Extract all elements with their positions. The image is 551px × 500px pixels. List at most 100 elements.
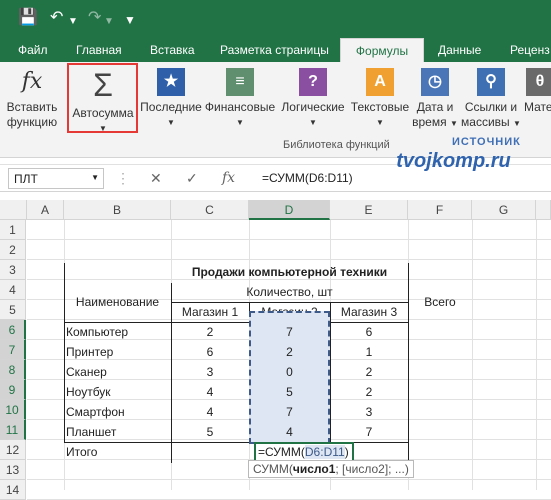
item-name[interactable]: Сканер: [66, 362, 171, 382]
row-header-1[interactable]: 1: [0, 220, 26, 240]
item-name[interactable]: Ноутбук: [66, 382, 171, 402]
chevron-down-icon[interactable]: ▼: [91, 173, 99, 182]
function-tooltip: СУММ(число1; [число2]; ...): [248, 460, 414, 478]
item-name[interactable]: Принтер: [66, 342, 171, 362]
select-all-corner[interactable]: [0, 200, 27, 220]
formula-prefix: =СУММ(: [258, 445, 305, 459]
row-header-14[interactable]: 14: [0, 480, 26, 500]
store-3-value[interactable]: 3: [330, 402, 408, 422]
store-2-value[interactable]: 2: [249, 342, 330, 362]
store-3-value[interactable]: 2: [330, 362, 408, 382]
recent-label: Последние: [140, 100, 202, 114]
row-header-11[interactable]: 11: [0, 420, 26, 440]
store-1-value[interactable]: 6: [171, 342, 249, 362]
row-header-7[interactable]: 7: [0, 340, 26, 360]
math-button[interactable]: θ Мате: [524, 66, 551, 115]
column-header-g[interactable]: G: [472, 200, 536, 220]
column-header-f[interactable]: F: [408, 200, 472, 220]
text-button[interactable]: A Текстовые ▼: [348, 66, 412, 130]
datetime-label-2: время: [412, 115, 447, 129]
lookup-label: Ссылки и: [464, 100, 518, 114]
tab-formulas[interactable]: Формулы: [340, 38, 424, 62]
item-name[interactable]: Смартфон: [66, 402, 171, 422]
row-header-6[interactable]: 6: [0, 320, 26, 340]
column-header-h[interactable]: [536, 200, 551, 220]
store-2-value[interactable]: 0: [249, 362, 330, 382]
store-1-value[interactable]: 4: [171, 402, 249, 422]
item-name[interactable]: Компьютер: [66, 322, 171, 342]
save-icon[interactable]: 💾: [18, 8, 38, 28]
lookup-button[interactable]: ⚲ Ссылки и массивы ▼: [458, 66, 524, 131]
header-name[interactable]: Наименование: [64, 292, 171, 312]
redo-icon[interactable]: ↷: [88, 8, 101, 28]
tab-page-layout[interactable]: Разметка страницы: [220, 38, 329, 62]
insert-function-button[interactable]: fx Вставить функцию: [4, 66, 60, 130]
header-store-1[interactable]: Магазин 1: [171, 302, 249, 322]
total-label[interactable]: Итого: [66, 442, 171, 462]
formula-input[interactable]: =СУММ(D6:D11): [262, 171, 353, 185]
store-3-value[interactable]: 6: [330, 322, 408, 342]
store-2-value[interactable]: 4: [249, 422, 330, 442]
row-header-12[interactable]: 12: [0, 440, 26, 460]
undo-icon[interactable]: ↶: [50, 8, 63, 28]
active-cell-formula[interactable]: =СУММ(D6:D11): [254, 442, 354, 462]
column-header-b[interactable]: B: [64, 200, 171, 220]
chevron-down-icon: ▼: [167, 118, 175, 127]
store-1-value[interactable]: 5: [171, 422, 249, 442]
store-3-value[interactable]: 1: [330, 342, 408, 362]
recent-button[interactable]: ★ Последние ▼: [140, 66, 202, 130]
logical-button[interactable]: ? Логические ▼: [279, 66, 347, 130]
tab-data[interactable]: Данные: [438, 38, 481, 62]
column-header-e[interactable]: E: [330, 200, 408, 220]
enter-icon[interactable]: ✓: [186, 170, 198, 187]
insert-function-icon[interactable]: fx: [222, 170, 235, 186]
column-header-c[interactable]: C: [171, 200, 249, 220]
tooltip-arg-current: число1: [292, 462, 336, 476]
question-book-icon: ?: [299, 68, 327, 96]
watermark-site: tvojkomp.ru: [396, 150, 511, 172]
header-quantity[interactable]: Количество, шт: [171, 282, 408, 302]
row-header-3[interactable]: 3: [0, 260, 26, 280]
magnifier-book-icon: ⚲: [477, 68, 505, 96]
store-2-value[interactable]: 7: [249, 402, 330, 422]
column-header-d[interactable]: D: [249, 200, 330, 220]
tab-file[interactable]: Файл: [18, 38, 48, 62]
tab-review[interactable]: Реценз: [510, 38, 550, 62]
store-1-value[interactable]: 2: [171, 322, 249, 342]
chevron-down-icon: ▼: [236, 118, 244, 127]
header-store-3[interactable]: Магазин 3: [330, 302, 408, 322]
formula-suffix: ): [344, 445, 349, 459]
grid-column-line: [472, 220, 473, 490]
cancel-icon[interactable]: ✕: [150, 170, 162, 187]
header-total[interactable]: Всего: [408, 292, 472, 312]
row-header-10[interactable]: 10: [0, 400, 26, 420]
datetime-button[interactable]: ◷ Дата и время ▼: [412, 66, 458, 131]
chevron-down-icon[interactable]: ▼: [68, 12, 78, 32]
table-title[interactable]: Продажи компьютерной техники: [171, 262, 408, 282]
financial-label: Финансовые: [204, 100, 276, 114]
store-2-value[interactable]: 5: [249, 382, 330, 402]
store-3-value[interactable]: 2: [330, 382, 408, 402]
tab-insert[interactable]: Вставка: [150, 38, 195, 62]
store-1-value[interactable]: 3: [171, 362, 249, 382]
row-header-4[interactable]: 4: [0, 280, 26, 300]
item-name[interactable]: Планшет: [66, 422, 171, 442]
row-header-13[interactable]: 13: [0, 460, 26, 480]
more-vert-icon: ⋮: [116, 170, 130, 186]
clock-book-icon: ◷: [421, 68, 449, 96]
row-header-5[interactable]: 5: [0, 300, 26, 320]
column-header-a[interactable]: A: [27, 200, 64, 220]
store-2-value[interactable]: 7: [249, 322, 330, 342]
store-1-value[interactable]: 4: [171, 382, 249, 402]
financial-button[interactable]: ≡ Финансовые ▼: [204, 66, 276, 130]
row-header-2[interactable]: 2: [0, 240, 26, 260]
store-3-value[interactable]: 7: [330, 422, 408, 442]
row-header-8[interactable]: 8: [0, 360, 26, 380]
customize-qat-icon[interactable]: ▼: [124, 10, 136, 30]
row-header-9[interactable]: 9: [0, 380, 26, 400]
name-box[interactable]: ПЛТ ▼: [8, 168, 104, 189]
watermark-source: ИСТОЧНИК: [452, 136, 521, 148]
tab-home[interactable]: Главная: [76, 38, 122, 62]
chevron-down-icon[interactable]: ▼: [104, 12, 114, 32]
insert-function-label-2: функцию: [6, 115, 58, 129]
